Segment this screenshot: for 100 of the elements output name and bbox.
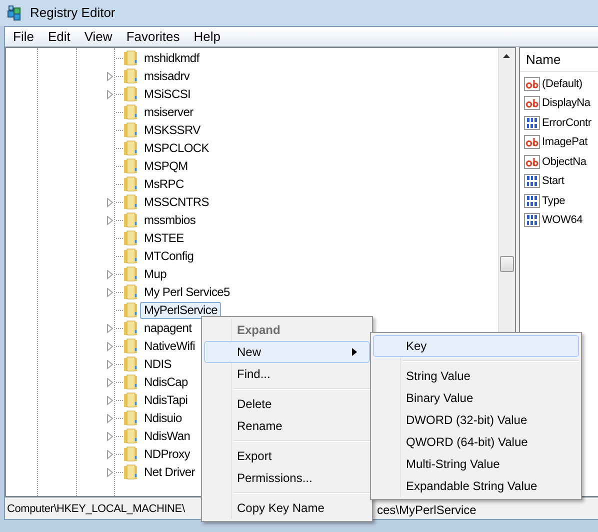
value-name[interactable]: Start	[542, 173, 564, 190]
menu-item[interactable]: Multi-String Value	[373, 453, 579, 475]
menu-bar-item[interactable]: Help	[186, 26, 228, 46]
menu-item[interactable]: Find...	[204, 363, 370, 385]
tree-item[interactable]: MSTEE	[140, 230, 188, 246]
menu-item[interactable]: Permissions...	[204, 467, 370, 489]
menu-item[interactable]: Export	[204, 445, 370, 467]
folder-icon	[123, 356, 139, 372]
folder-icon	[123, 284, 139, 300]
menu-item[interactable]: Delete	[204, 393, 370, 415]
scrollbar-thumb[interactable]	[500, 256, 514, 272]
tree-item[interactable]: MyPerlService	[140, 302, 222, 318]
expand-arrow-icon[interactable]	[107, 468, 113, 476]
folder-icon	[123, 230, 139, 246]
tree-item[interactable]: MsRPC	[140, 176, 188, 192]
menu-bar-item[interactable]: Favorites	[119, 26, 187, 46]
expand-arrow-icon[interactable]	[107, 324, 113, 332]
expand-arrow-icon[interactable]	[107, 432, 113, 440]
column-header[interactable]: Name	[520, 48, 598, 72]
tree-item[interactable]: MSiSCSI	[140, 86, 195, 102]
status-path: ces\MyPerlService	[377, 503, 476, 517]
tree-item[interactable]: msisadrv	[140, 68, 194, 84]
folder-icon	[123, 338, 139, 354]
value-name[interactable]: Type	[542, 192, 566, 209]
folder-icon	[123, 104, 139, 120]
menu-item[interactable]: String Value	[373, 365, 579, 387]
menu-item[interactable]: Expandable String Value	[373, 475, 579, 497]
folder-icon	[123, 122, 139, 138]
binary-value-icon	[524, 173, 540, 190]
tree-item[interactable]: NDProxy	[140, 446, 194, 462]
folder-icon	[123, 140, 139, 156]
string-value-icon	[524, 134, 540, 150]
folder-icon	[123, 176, 139, 192]
window-title: Registry Editor	[30, 4, 116, 22]
expand-arrow-icon[interactable]	[107, 270, 113, 278]
value-name[interactable]: ErrorContr	[542, 114, 592, 131]
tree-item[interactable]: mshidkmdf	[140, 50, 204, 66]
string-value-icon	[524, 76, 540, 92]
menu-bar-item[interactable]: View	[77, 26, 120, 46]
expand-arrow-icon[interactable]	[107, 450, 113, 458]
folder-icon	[123, 212, 139, 228]
binary-value-icon	[524, 192, 540, 209]
tree-item[interactable]: NdisCap	[140, 374, 192, 390]
expand-arrow-icon[interactable]	[107, 216, 113, 224]
folder-icon	[123, 320, 139, 336]
tree-item[interactable]: MSPCLOCK	[140, 140, 213, 156]
menu-bar-item[interactable]: Edit	[40, 26, 78, 46]
folder-icon	[123, 86, 139, 102]
tree-item[interactable]: Mup	[140, 266, 170, 282]
expand-arrow-icon[interactable]	[107, 72, 113, 80]
string-value-icon	[524, 154, 540, 170]
expand-arrow-icon[interactable]	[107, 396, 113, 404]
string-value-icon	[524, 95, 540, 112]
tree-item[interactable]: msiserver	[140, 104, 198, 120]
expand-arrow-icon[interactable]	[107, 198, 113, 206]
tree-item[interactable]: NdisTapi	[140, 392, 192, 408]
folder-icon	[123, 158, 139, 174]
tree-item[interactable]: NDIS	[140, 356, 176, 372]
tree-item[interactable]: MTConfig	[140, 248, 198, 264]
folder-icon	[123, 50, 139, 66]
tree-item[interactable]: NativeWifi	[140, 338, 200, 354]
tree-item[interactable]: MSPQM	[140, 158, 192, 174]
folder-icon	[123, 428, 139, 444]
tree-item[interactable]: Net Driver	[140, 464, 200, 480]
expand-arrow-icon[interactable]	[107, 288, 113, 296]
menu-item[interactable]: QWORD (64-bit) Value	[373, 431, 579, 453]
tree-item[interactable]: mssmbios	[140, 212, 200, 228]
folder-icon	[123, 374, 139, 390]
folder-icon	[123, 68, 139, 84]
tree-item[interactable]: NdisWan	[140, 428, 194, 444]
tree-item[interactable]: napagent	[140, 320, 196, 336]
value-name[interactable]: ImagePat	[542, 134, 588, 150]
tree-item[interactable]: Ndisuio	[140, 410, 186, 426]
menu-item[interactable]: DWORD (32-bit) Value	[373, 409, 579, 431]
menu-bar-item[interactable]: File	[6, 26, 41, 46]
value-name[interactable]: (Default)	[542, 76, 582, 92]
scroll-up-arrow-icon[interactable]	[503, 54, 510, 58]
expand-arrow-icon[interactable]	[107, 342, 113, 350]
tree-item[interactable]: MSSCNTRS	[140, 194, 213, 210]
folder-icon	[123, 464, 139, 480]
expand-arrow-icon[interactable]	[107, 360, 113, 368]
expand-arrow-icon[interactable]	[107, 414, 113, 422]
folder-icon	[123, 446, 139, 462]
folder-icon	[123, 302, 139, 318]
folder-icon	[123, 194, 139, 210]
folder-icon	[123, 410, 139, 426]
menu-item[interactable]: Key	[373, 335, 579, 357]
tree-item[interactable]: My Perl Service5	[140, 284, 234, 300]
menu-item[interactable]: New	[204, 341, 370, 363]
expand-arrow-icon[interactable]	[107, 90, 113, 98]
menu-item[interactable]: Rename	[204, 415, 370, 437]
expand-arrow-icon[interactable]	[107, 378, 113, 386]
value-name[interactable]: DisplayNa	[542, 95, 590, 112]
menu-item[interactable]: Binary Value	[373, 387, 579, 409]
folder-icon	[123, 392, 139, 408]
binary-value-icon	[524, 212, 540, 228]
value-name[interactable]: ObjectNa	[542, 154, 586, 170]
tree-item[interactable]: MSKSSRV	[140, 122, 204, 138]
menu-item[interactable]: Copy Key Name	[204, 497, 370, 519]
value-name[interactable]: WOW64	[542, 212, 583, 228]
